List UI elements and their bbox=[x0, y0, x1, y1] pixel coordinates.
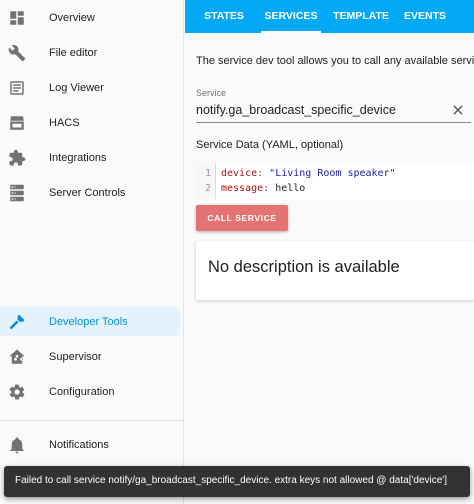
bell-icon bbox=[8, 436, 26, 454]
sidebar-item-label: Notifications bbox=[49, 438, 109, 451]
yaml-separator: : bbox=[257, 168, 270, 179]
tab-events[interactable]: EVENTS bbox=[401, 0, 449, 33]
sidebar-item-label: HACS bbox=[49, 116, 80, 129]
yaml-key: message bbox=[221, 183, 264, 194]
yaml-key: device bbox=[221, 168, 258, 179]
sidebar-item-label: Log Viewer bbox=[49, 81, 104, 94]
sidebar-item-label: Server Controls bbox=[49, 186, 126, 199]
description-card: No description is available bbox=[196, 241, 474, 300]
hacs-store-icon bbox=[8, 114, 26, 132]
sidebar-item-log-viewer[interactable]: Log Viewer bbox=[0, 73, 180, 102]
sidebar-item-configuration[interactable]: Configuration bbox=[0, 377, 180, 406]
sidebar-item-label: Overview bbox=[49, 11, 95, 24]
puzzle-icon bbox=[8, 149, 26, 167]
server-icon bbox=[8, 184, 26, 202]
code-line: device: "Living Room speaker" bbox=[221, 168, 396, 179]
line-number: 2 bbox=[204, 183, 211, 194]
error-toast-message: Failed to call service notify/ga_broadca… bbox=[15, 475, 447, 486]
line-number: 1 bbox=[204, 168, 211, 179]
sidebar-item-label: Configuration bbox=[49, 385, 115, 398]
cog-icon bbox=[8, 383, 26, 401]
call-service-button[interactable]: CALL SERVICE bbox=[196, 205, 288, 231]
sidebar-item-supervisor[interactable]: Supervisor bbox=[0, 342, 180, 371]
line-number-gutter: 1 2 bbox=[196, 163, 216, 199]
text-box-icon bbox=[8, 79, 26, 97]
yaml-value: "Living Room speaker" bbox=[269, 168, 396, 179]
tab-services[interactable]: SERVICES bbox=[261, 0, 321, 33]
services-panel: The service dev tool allows you to call … bbox=[185, 33, 474, 504]
sidebar: Overview File editor Log Viewer HACS Int… bbox=[0, 0, 184, 504]
service-input-underline bbox=[196, 122, 471, 123]
sidebar-divider bbox=[0, 420, 184, 421]
tab-states[interactable]: STATES bbox=[199, 0, 249, 33]
sidebar-item-label: Developer Tools bbox=[49, 315, 128, 328]
developer-tools-tabbar: STATES SERVICES TEMPLATE EVENTS bbox=[185, 0, 474, 33]
view-dashboard-icon bbox=[8, 9, 26, 27]
wrench-icon bbox=[8, 44, 26, 62]
sidebar-item-overview[interactable]: Overview bbox=[0, 3, 180, 32]
home-assistant-icon bbox=[8, 348, 26, 366]
sidebar-item-file-editor[interactable]: File editor bbox=[0, 38, 180, 67]
service-input[interactable] bbox=[196, 103, 426, 117]
intro-text: The service dev tool allows you to call … bbox=[196, 55, 474, 67]
sidebar-item-label: Supervisor bbox=[49, 350, 102, 363]
sidebar-item-notifications[interactable]: Notifications bbox=[0, 430, 180, 459]
yaml-separator: : bbox=[263, 183, 276, 194]
error-toast: Failed to call service notify/ga_broadca… bbox=[4, 466, 470, 497]
service-field-label: Service bbox=[196, 88, 227, 98]
hammer-icon bbox=[8, 313, 26, 331]
sidebar-item-developer-tools[interactable]: Developer Tools bbox=[0, 307, 180, 336]
service-data-label: Service Data (YAML, optional) bbox=[196, 139, 344, 151]
yaml-editor[interactable]: 1 2 device: "Living Room speaker" messag… bbox=[196, 163, 474, 199]
close-icon[interactable] bbox=[451, 103, 465, 117]
description-text: No description is available bbox=[208, 258, 400, 276]
sidebar-item-label: Integrations bbox=[49, 151, 107, 164]
tab-template[interactable]: TEMPLATE bbox=[331, 0, 391, 33]
sidebar-item-integrations[interactable]: Integrations bbox=[0, 143, 180, 172]
yaml-value: hello bbox=[275, 183, 306, 194]
sidebar-item-server-controls[interactable]: Server Controls bbox=[0, 178, 180, 207]
sidebar-item-label: File editor bbox=[49, 46, 98, 59]
code-line: message: hello bbox=[221, 183, 305, 194]
sidebar-item-hacs[interactable]: HACS bbox=[0, 108, 180, 137]
